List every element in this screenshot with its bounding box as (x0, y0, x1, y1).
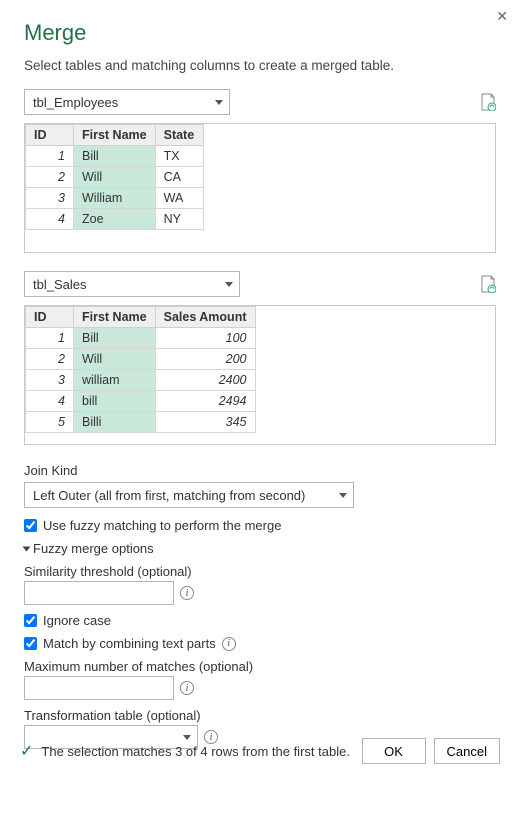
chevron-down-icon (225, 282, 233, 287)
merge-dialog: ✕ Merge Select tables and matching colum… (0, 0, 520, 817)
ignore-case-checkbox[interactable]: Ignore case (24, 613, 496, 628)
col-header-id[interactable]: ID (26, 307, 74, 328)
fuzzy-matching-checkbox-input[interactable] (24, 519, 37, 532)
col-header-id[interactable]: ID (26, 125, 74, 146)
col-header-state[interactable]: State (155, 125, 203, 146)
table1-preview[interactable]: ID First Name State 1BillTX 2WillCA 3Wil… (24, 123, 496, 253)
table1-name: tbl_Employees (33, 95, 118, 110)
table-row[interactable]: 2WillCA (26, 167, 204, 188)
fuzzy-matching-checkbox[interactable]: Use fuzzy matching to perform the merge (24, 518, 496, 533)
transformation-table-label: Transformation table (optional) (24, 708, 496, 723)
expander-icon (23, 546, 31, 551)
fuzzy-matching-label: Use fuzzy matching to perform the merge (43, 518, 281, 533)
fuzzy-options-toggle[interactable]: Fuzzy merge options (24, 541, 496, 556)
chevron-down-icon (215, 100, 223, 105)
table-row[interactable]: 1BillTX (26, 146, 204, 167)
match-combining-checkbox-input[interactable] (24, 637, 37, 650)
col-header-first-name[interactable]: First Name (74, 307, 156, 328)
table1-dropdown[interactable]: tbl_Employees (24, 89, 230, 115)
dialog-subtitle: Select tables and matching columns to cr… (24, 58, 496, 73)
join-kind-label: Join Kind (24, 463, 496, 478)
fuzzy-options-label: Fuzzy merge options (33, 541, 154, 556)
ignore-case-label: Ignore case (43, 613, 111, 628)
refresh-preview-icon[interactable] (480, 275, 496, 293)
table2-name: tbl_Sales (33, 277, 86, 292)
table-row[interactable]: 1Bill100 (26, 328, 256, 349)
table-row[interactable]: 5Billi345 (26, 412, 256, 433)
table-row[interactable]: 3william2400 (26, 370, 256, 391)
table-row[interactable]: 4bill2494 (26, 391, 256, 412)
similarity-threshold-label: Similarity threshold (optional) (24, 564, 496, 579)
match-combining-checkbox[interactable]: Match by combining text parts i (24, 636, 496, 651)
join-kind-dropdown[interactable]: Left Outer (all from first, matching fro… (24, 482, 354, 508)
close-icon[interactable]: ✕ (496, 8, 508, 25)
match-status-text: The selection matches 3 of 4 rows from t… (41, 744, 353, 759)
dialog-footer: ✓ The selection matches 3 of 4 rows from… (0, 724, 520, 778)
ignore-case-checkbox-input[interactable] (24, 614, 37, 627)
info-icon[interactable]: i (180, 586, 194, 600)
max-matches-label: Maximum number of matches (optional) (24, 659, 496, 674)
table-header-row[interactable]: ID First Name State (26, 125, 204, 146)
match-combining-label: Match by combining text parts (43, 636, 216, 651)
dialog-title: Merge (24, 20, 496, 46)
chevron-down-icon (339, 493, 347, 498)
table2-dropdown[interactable]: tbl_Sales (24, 271, 240, 297)
table-header-row[interactable]: ID First Name Sales Amount (26, 307, 256, 328)
similarity-threshold-input[interactable] (24, 581, 174, 605)
table2-preview[interactable]: ID First Name Sales Amount 1Bill100 2Wil… (24, 305, 496, 445)
col-header-first-name[interactable]: First Name (74, 125, 156, 146)
refresh-preview-icon[interactable] (480, 93, 496, 111)
info-icon[interactable]: i (180, 681, 194, 695)
join-kind-value: Left Outer (all from first, matching fro… (33, 488, 305, 503)
table-row[interactable]: 3WilliamWA (26, 188, 204, 209)
check-icon: ✓ (20, 741, 33, 761)
ok-button[interactable]: OK (362, 738, 426, 764)
table-row[interactable]: 2Will200 (26, 349, 256, 370)
cancel-button[interactable]: Cancel (434, 738, 500, 764)
col-header-sales-amount[interactable]: Sales Amount (155, 307, 255, 328)
table-row[interactable]: 4ZoeNY (26, 209, 204, 230)
info-icon[interactable]: i (222, 637, 236, 651)
max-matches-input[interactable] (24, 676, 174, 700)
